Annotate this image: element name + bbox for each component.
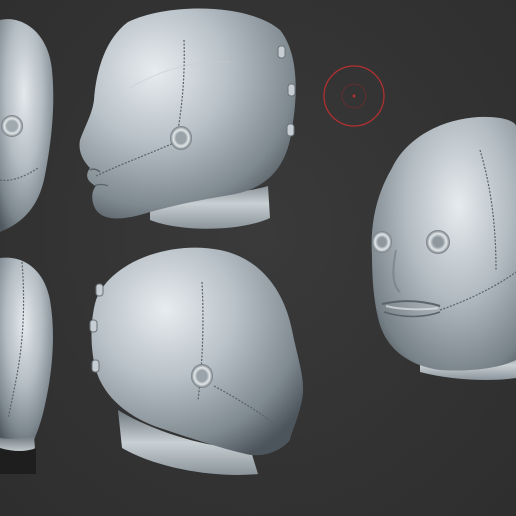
viewport-canvas[interactable]	[0, 0, 516, 516]
sculpt-viewport[interactable]	[0, 0, 516, 516]
head-back-left-partial	[0, 257, 53, 474]
brush-circle-cursor[interactable]	[323, 65, 385, 127]
head-three-quarter-right	[371, 116, 516, 380]
head-back-three-quarter	[89, 247, 304, 475]
head-front-left-partial	[0, 19, 54, 232]
head-side-left	[79, 8, 296, 229]
